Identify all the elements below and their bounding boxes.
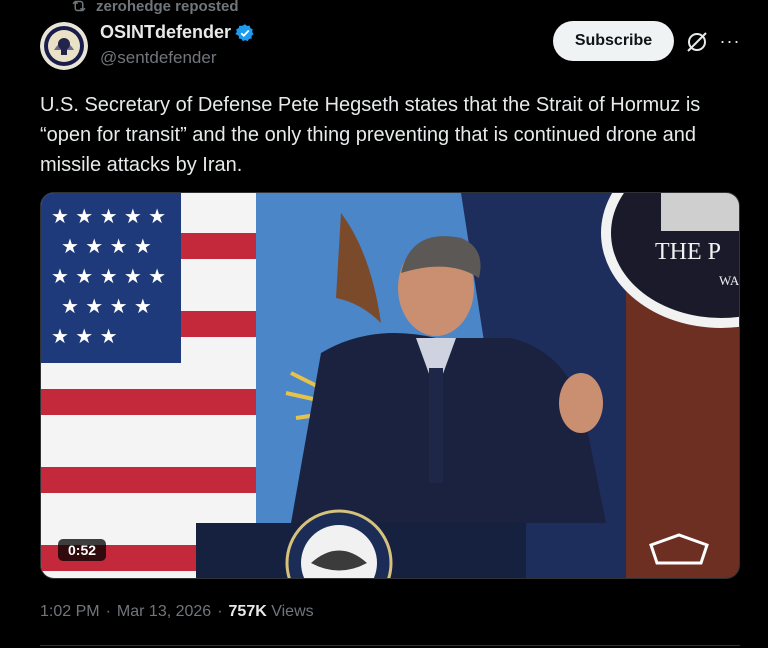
repost-text: zerohedge reposted xyxy=(96,0,239,15)
tweet-text: U.S. Secretary of Defense Pete Hegseth s… xyxy=(40,94,701,176)
separator: · xyxy=(217,603,223,620)
svg-text:★ ★ ★ ★: ★ ★ ★ ★ xyxy=(61,234,152,258)
backdrop-text: THE P xyxy=(655,239,721,265)
svg-text:★ ★ ★ ★ ★: ★ ★ ★ ★ ★ xyxy=(51,264,166,288)
backdrop-subtext: WA xyxy=(719,273,740,288)
tweet-time[interactable]: 1:02 PM xyxy=(40,603,100,621)
avatar[interactable] xyxy=(40,22,88,70)
author-handle[interactable]: @sentdefender xyxy=(100,48,217,68)
video-duration: 0:52 xyxy=(58,539,107,561)
subscribe-button[interactable]: Subscribe xyxy=(553,21,674,61)
verified-badge-icon xyxy=(235,23,254,41)
separator: · xyxy=(105,603,111,620)
more-icon[interactable]: ··· xyxy=(717,28,743,54)
divider xyxy=(40,645,740,646)
video-player[interactable]: ★ ★ ★ ★ ★ ★ ★ ★ ★ ★ ★ ★ ★ ★ ★ ★ ★ ★ ★ ★ … xyxy=(40,192,740,579)
svg-text:★ ★ ★ ★ ★: ★ ★ ★ ★ ★ xyxy=(51,204,166,228)
tweet-date[interactable]: Mar 13, 2026 xyxy=(117,603,211,621)
views-label: Views xyxy=(271,603,314,620)
author-display-name[interactable]: OSINTdefender xyxy=(100,22,231,43)
grok-icon[interactable] xyxy=(684,29,710,55)
svg-text:★ ★ ★ ★: ★ ★ ★ ★ xyxy=(61,294,152,318)
repost-indicator[interactable]: zerohedge reposted xyxy=(70,0,239,15)
repost-icon xyxy=(72,0,86,12)
tweet-meta: 1:02 PM · Mar 13, 2026 · 757K Views xyxy=(40,603,314,621)
svg-text:★ ★ ★: ★ ★ ★ xyxy=(51,324,118,348)
video-frame: ★ ★ ★ ★ ★ ★ ★ ★ ★ ★ ★ ★ ★ ★ ★ ★ ★ ★ ★ ★ … xyxy=(41,193,740,578)
views-count[interactable]: 757K xyxy=(229,603,267,620)
